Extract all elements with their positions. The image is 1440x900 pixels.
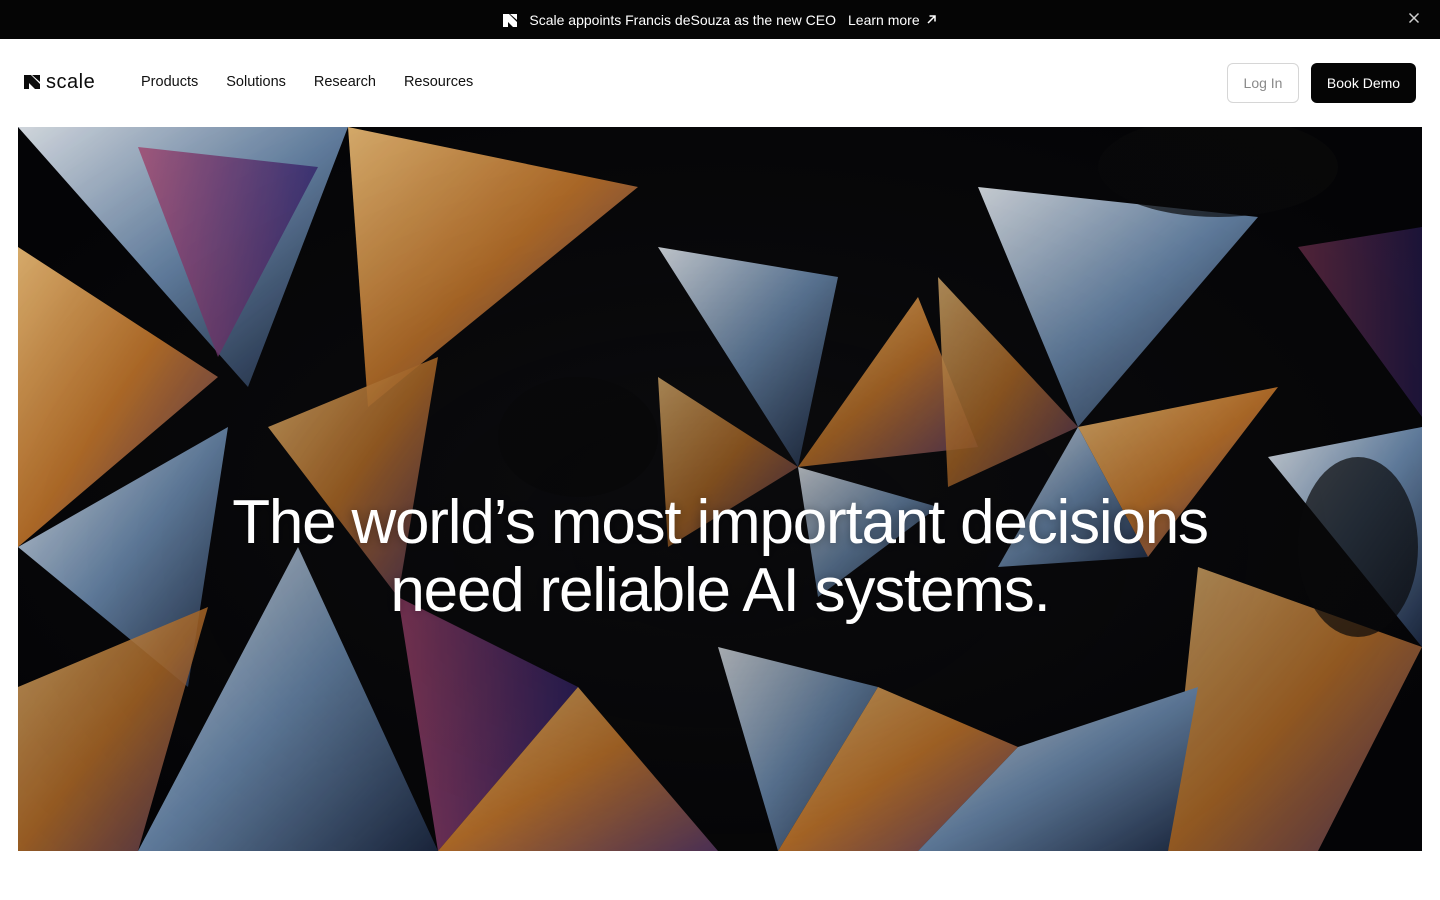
- primary-nav-links: Products Solutions Research Resources: [141, 73, 473, 91]
- learn-more-link[interactable]: Learn more: [848, 12, 937, 28]
- announcement-content: Scale appoints Francis deSouza as the ne…: [503, 12, 936, 28]
- book-demo-button[interactable]: Book Demo: [1311, 63, 1416, 103]
- close-announcement-button[interactable]: [1407, 12, 1421, 26]
- hero-headline-line-2: need reliable AI systems.: [390, 556, 1050, 625]
- nav-link-products[interactable]: Products: [141, 73, 198, 91]
- announcement-text: Scale appoints Francis deSouza as the ne…: [529, 11, 837, 28]
- top-navigation: scale Products Solutions Research Resour…: [0, 39, 1440, 127]
- nav-link-research[interactable]: Research: [314, 73, 376, 91]
- hero-section: The world’s most important decisions nee…: [18, 127, 1422, 851]
- scale-logo-icon: [503, 13, 518, 27]
- login-button[interactable]: Log In: [1227, 63, 1299, 103]
- hero-headline: The world’s most important decisions nee…: [18, 489, 1422, 625]
- learn-more-label: Learn more: [848, 11, 920, 28]
- brand-logo-link[interactable]: scale: [24, 71, 96, 93]
- scale-logo-icon: [24, 74, 40, 90]
- close-icon: [1408, 11, 1420, 27]
- brand-wordmark: scale: [46, 71, 96, 93]
- announcement-bar: Scale appoints Francis deSouza as the ne…: [0, 0, 1440, 39]
- nav-link-resources[interactable]: Resources: [404, 73, 473, 91]
- nav-link-solutions[interactable]: Solutions: [226, 73, 286, 91]
- hero-headline-line-1: The world’s most important decisions: [232, 488, 1209, 557]
- arrow-up-right-icon: [926, 14, 937, 25]
